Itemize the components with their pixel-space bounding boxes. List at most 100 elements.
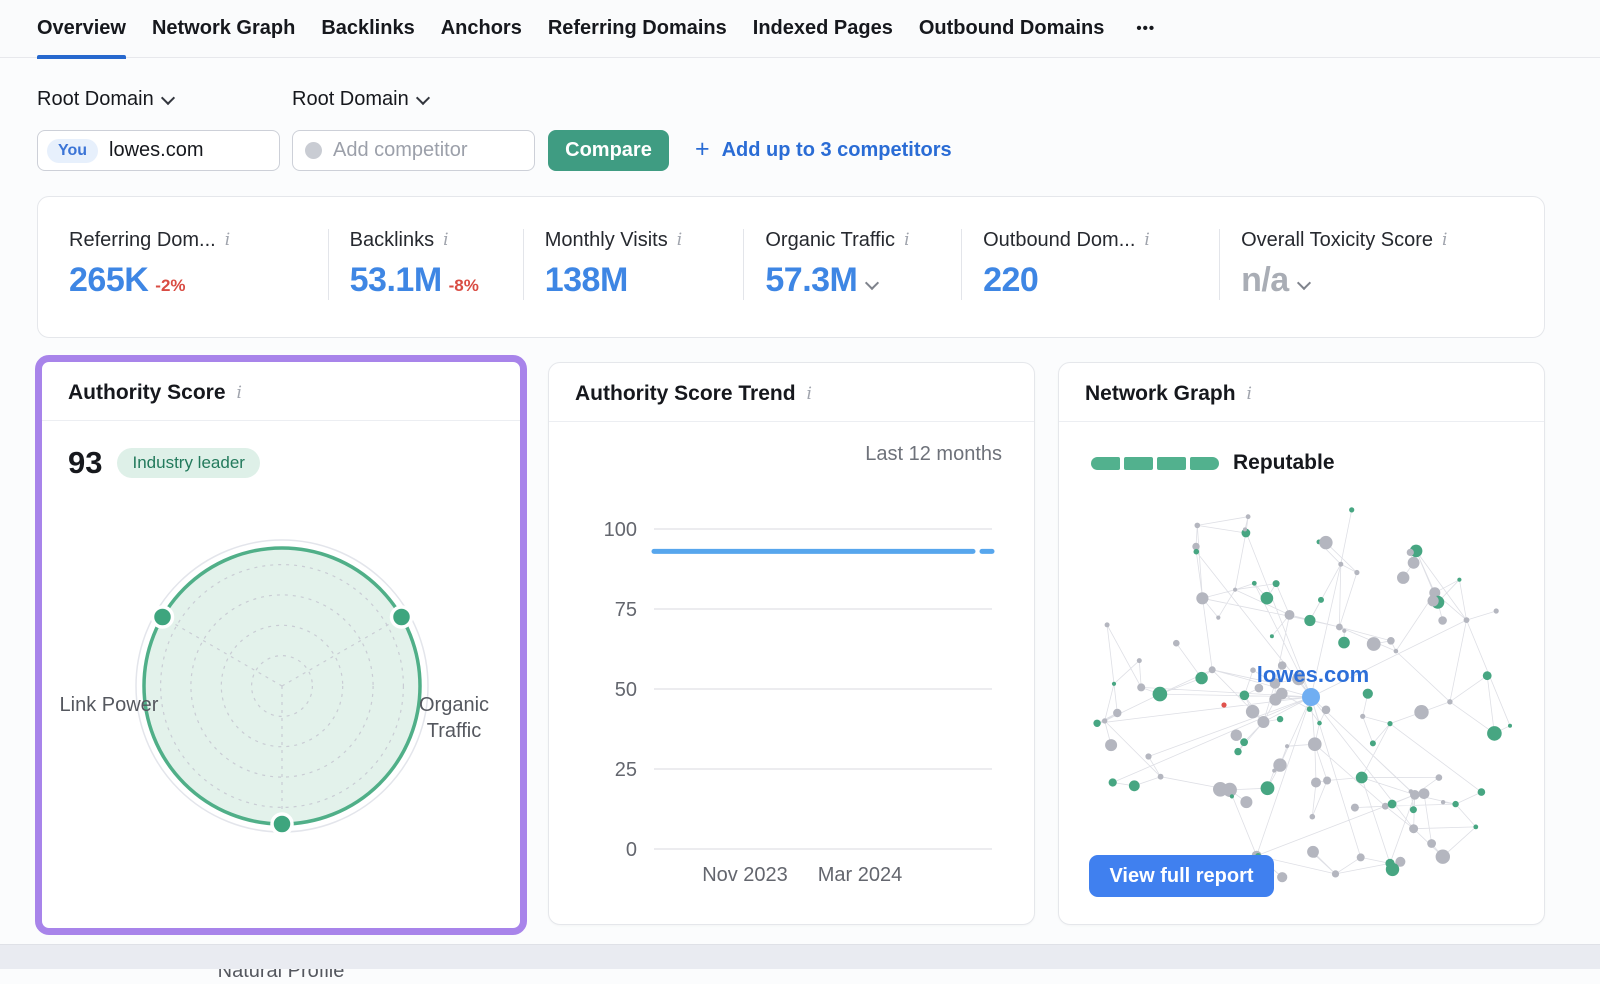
network-node bbox=[1409, 789, 1414, 794]
metric-label-row: Overall Toxicity Score i bbox=[1241, 229, 1544, 252]
network-node bbox=[1319, 536, 1332, 549]
metric-value-row: 53.1M-8% bbox=[350, 261, 523, 300]
info-icon[interactable]: i bbox=[807, 386, 812, 403]
network-node bbox=[1250, 667, 1256, 673]
metric-value: 220 bbox=[983, 261, 1038, 300]
network-node bbox=[1213, 782, 1228, 797]
info-icon[interactable]: i bbox=[237, 385, 242, 402]
network-node bbox=[1457, 578, 1461, 582]
network-node bbox=[1233, 588, 1237, 592]
network-node bbox=[1273, 580, 1280, 587]
network-node bbox=[1246, 705, 1259, 718]
network-node bbox=[1195, 672, 1207, 684]
network-center-label: lowes.com bbox=[1257, 662, 1369, 687]
info-icon[interactable]: i bbox=[443, 232, 448, 249]
network-node bbox=[1308, 737, 1322, 751]
chevron-down-icon bbox=[161, 90, 175, 104]
network-node bbox=[1419, 788, 1430, 799]
network-node bbox=[1370, 740, 1376, 746]
network-node bbox=[1209, 666, 1216, 673]
metric-change: -8% bbox=[449, 276, 479, 296]
metric-label: Overall Toxicity Score bbox=[1241, 229, 1433, 252]
network-node bbox=[1436, 774, 1443, 781]
more-tabs-button[interactable]: ••• bbox=[1136, 20, 1155, 37]
you-domain-input[interactable]: You lowes.com bbox=[37, 130, 280, 171]
network-node bbox=[1105, 622, 1110, 627]
tab-outbound-domains[interactable]: Outbound Domains bbox=[919, 0, 1105, 58]
competitor-placeholder-icon bbox=[305, 142, 322, 159]
radar-vertex-dot bbox=[392, 607, 412, 627]
info-icon[interactable]: i bbox=[1247, 386, 1252, 403]
metric-value-row: 220 bbox=[983, 261, 1219, 300]
network-node bbox=[1464, 617, 1470, 623]
info-icon[interactable]: i bbox=[1442, 232, 1447, 249]
metric-label-row: Organic Traffici bbox=[765, 229, 961, 252]
authority-score-trend-card: Authority Score Trend i Last 12 months 1… bbox=[548, 362, 1035, 925]
tab-backlinks[interactable]: Backlinks bbox=[321, 0, 414, 58]
add-competitors-link[interactable]: + Add up to 3 competitors bbox=[695, 130, 952, 171]
view-full-report-button[interactable]: View full report bbox=[1089, 855, 1274, 897]
trend-ytick: 0 bbox=[626, 839, 637, 861]
network-node bbox=[1102, 718, 1107, 723]
authority-score-card: Authority Score i 93 Industry leader Lin… bbox=[35, 355, 527, 935]
network-node bbox=[1137, 683, 1145, 691]
tab-anchors[interactable]: Anchors bbox=[441, 0, 522, 58]
network-card-title: Network Graph bbox=[1085, 382, 1236, 406]
reputation-indicator: Reputable bbox=[1091, 451, 1335, 475]
chevron-down-icon[interactable] bbox=[1297, 275, 1311, 289]
tab-referring-domains[interactable]: Referring Domains bbox=[548, 0, 727, 58]
you-domain-type-dropdown[interactable]: Root Domain bbox=[37, 88, 173, 111]
network-node bbox=[1194, 549, 1200, 555]
tab-overview[interactable]: Overview bbox=[37, 0, 126, 58]
authority-score-value-row: 93 Industry leader bbox=[68, 445, 494, 481]
metric-label-row: Referring Dom...i bbox=[69, 229, 328, 252]
network-node bbox=[1158, 774, 1164, 780]
info-icon[interactable]: i bbox=[1144, 232, 1149, 249]
network-node bbox=[1145, 753, 1151, 759]
network-node bbox=[1261, 592, 1274, 605]
network-node bbox=[1285, 610, 1295, 620]
network-node bbox=[1360, 714, 1365, 719]
network-node bbox=[1240, 738, 1248, 746]
metric-label-row: Outbound Dom...i bbox=[983, 229, 1219, 252]
metric-outbound-dom: Outbound Dom...i 220 bbox=[961, 229, 1219, 300]
network-node bbox=[1252, 581, 1257, 586]
authority-score-value: 93 bbox=[68, 445, 102, 481]
metric-value-row: 138M bbox=[545, 261, 744, 300]
info-icon[interactable]: i bbox=[904, 232, 909, 249]
tab-network-graph[interactable]: Network Graph bbox=[152, 0, 295, 58]
network-node bbox=[1310, 814, 1316, 820]
chevron-down-icon bbox=[416, 90, 430, 104]
network-node bbox=[1307, 846, 1319, 858]
network-node bbox=[1257, 716, 1269, 728]
network-node bbox=[1332, 870, 1339, 877]
compare-button[interactable]: Compare bbox=[548, 130, 669, 171]
network-node bbox=[1112, 682, 1116, 686]
network-node bbox=[1410, 806, 1417, 813]
radar-axis-label-organic-traffic: Organic Traffic bbox=[394, 692, 514, 744]
tab-indexed-pages[interactable]: Indexed Pages bbox=[753, 0, 893, 58]
info-icon[interactable]: i bbox=[225, 232, 230, 249]
network-node bbox=[1407, 549, 1414, 556]
network-node bbox=[1473, 825, 1478, 830]
metric-value: 57.3M bbox=[765, 261, 857, 300]
network-node bbox=[1243, 527, 1247, 531]
metric-monthly-visits: Monthly Visitsi 138M bbox=[523, 229, 744, 300]
network-node bbox=[1414, 705, 1428, 719]
metric-label-row: Monthly Visitsi bbox=[545, 229, 744, 252]
metric-value: 265K bbox=[69, 261, 148, 300]
info-icon[interactable]: i bbox=[677, 232, 682, 249]
network-node bbox=[1336, 624, 1343, 631]
network-node bbox=[1221, 702, 1226, 707]
network-node bbox=[1438, 616, 1447, 625]
network-node bbox=[1408, 557, 1420, 569]
add-competitors-label: Add up to 3 competitors bbox=[722, 139, 952, 162]
competitor-domain-type-dropdown[interactable]: Root Domain bbox=[292, 88, 428, 111]
network-node bbox=[1487, 726, 1502, 741]
network-node bbox=[1153, 687, 1168, 702]
add-competitor-input[interactable] bbox=[293, 131, 534, 170]
metric-overall-toxicity-score: Overall Toxicity Scorein/a bbox=[1219, 229, 1544, 300]
network-node bbox=[1195, 523, 1201, 529]
chevron-down-icon[interactable] bbox=[865, 275, 879, 289]
trend-card-header: Authority Score Trend i bbox=[549, 363, 1034, 422]
